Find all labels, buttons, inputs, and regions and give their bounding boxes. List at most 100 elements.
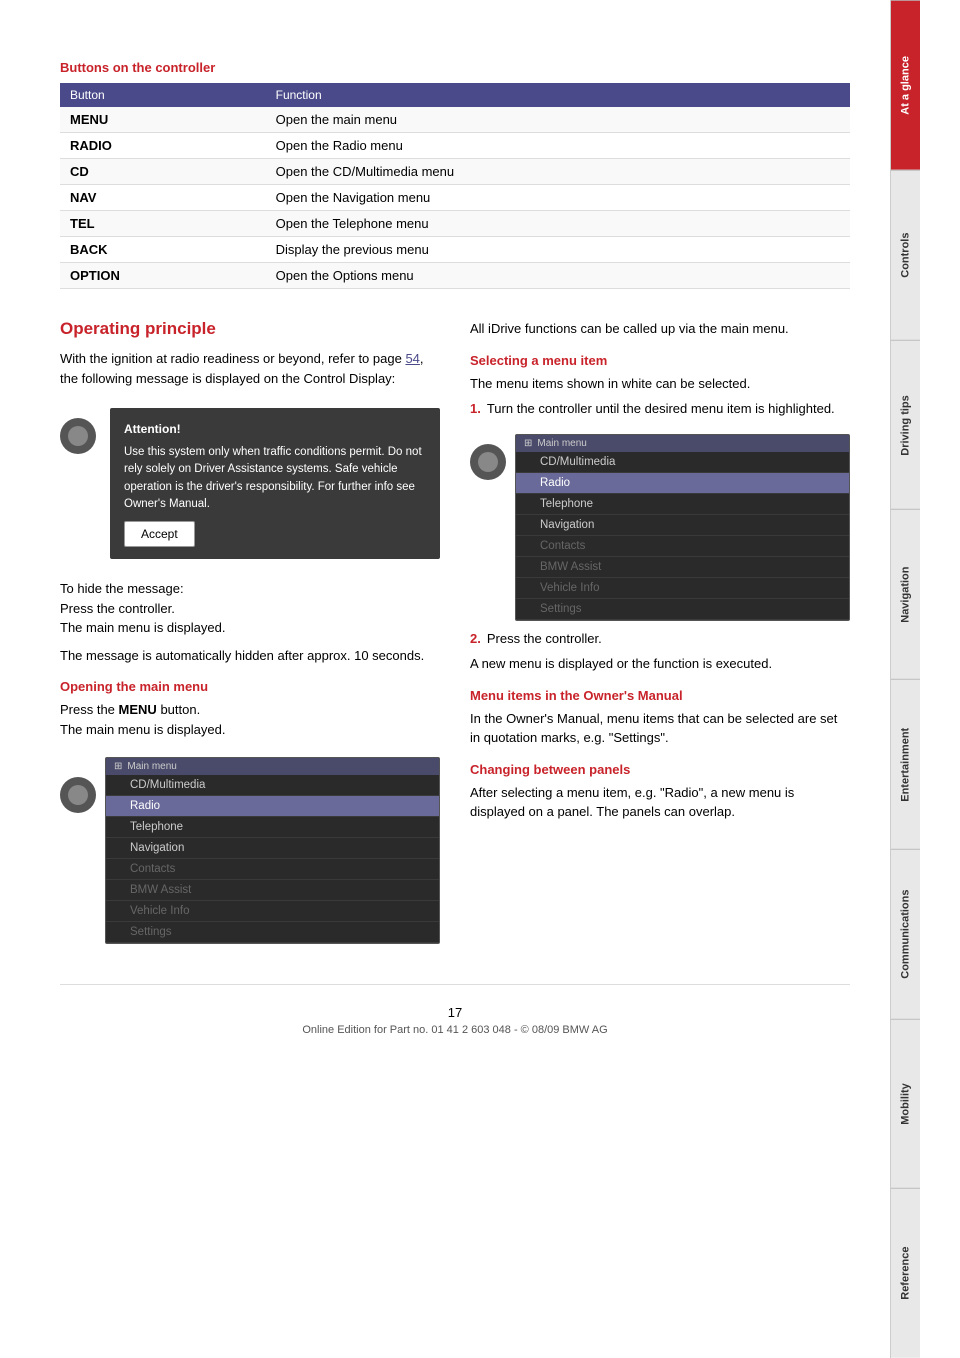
step1-text: Turn the controller until the desired me… — [487, 401, 835, 416]
attention-box: Attention! Use this system only when tra… — [110, 408, 440, 559]
press-menu-text: Press the MENU button.The main menu is d… — [60, 700, 440, 739]
list-item: CD/Multimedia — [106, 775, 439, 796]
hide-message-text: To hide the message: Press the controlle… — [60, 579, 440, 638]
button-cell: TEL — [60, 211, 266, 237]
left-menu-icon: ⊞ — [114, 761, 122, 772]
attention-area: Attention! Use this system only when tra… — [60, 398, 440, 569]
attention-title: Attention! — [124, 420, 426, 438]
function-cell: Open the CD/Multimedia menu — [266, 159, 850, 185]
result-text: A new menu is displayed or the function … — [470, 654, 850, 674]
button-cell: BACK — [60, 237, 266, 263]
list-item: BMW Assist — [106, 880, 439, 901]
table-row: BACKDisplay the previous menu — [60, 237, 850, 263]
list-item: BMW Assist — [516, 557, 849, 578]
col-button-header: Button — [60, 83, 266, 107]
right-main-menu: ⊞ Main menu CD/MultimediaRadioTelephoneN… — [515, 434, 850, 621]
button-cell: NAV — [60, 185, 266, 211]
right-menu-screenshot-area: ⊞ Main menu CD/MultimediaRadioTelephoneN… — [470, 424, 850, 631]
sidebar-tab-communications[interactable]: Communications — [891, 849, 920, 1019]
list-item: Telephone — [516, 494, 849, 515]
auto-hidden-text: The message is automatically hidden afte… — [60, 646, 440, 666]
list-item: Telephone — [106, 817, 439, 838]
list-item: Vehicle Info — [516, 578, 849, 599]
opening-main-menu-heading: Opening the main menu — [60, 679, 440, 694]
left-main-menu: ⊞ Main menu CD/MultimediaRadioTelephoneN… — [105, 757, 440, 944]
button-cell: MENU — [60, 107, 266, 133]
table-row: RADIOOpen the Radio menu — [60, 133, 850, 159]
list-item: Settings — [516, 599, 849, 620]
table-row: MENUOpen the main menu — [60, 107, 850, 133]
button-cell: OPTION — [60, 263, 266, 289]
table-row: OPTIONOpen the Options menu — [60, 263, 850, 289]
menu-items-white-text: The menu items shown in white can be sel… — [470, 374, 850, 394]
footer-text: Online Edition for Part no. 01 41 2 603 … — [60, 1024, 850, 1036]
buttons-table: Button Function MENUOpen the main menuRA… — [60, 83, 850, 289]
right-menu-title-bar: ⊞ Main menu — [516, 435, 849, 452]
table-row: NAVOpen the Navigation menu — [60, 185, 850, 211]
right-menu-container: ⊞ Main menu CD/MultimediaRadioTelephoneN… — [515, 424, 850, 631]
controller-knob-circle — [60, 777, 96, 813]
left-menu-container: ⊞ Main menu CD/MultimediaRadioTelephoneN… — [105, 747, 440, 954]
press-text: Press the — [60, 702, 115, 717]
buttons-section: Buttons on the controller Button Functio… — [60, 60, 850, 289]
step2-text: Press the controller. — [487, 631, 602, 646]
left-controller-knob — [60, 747, 100, 813]
menu-items-owners-text: In the Owner's Manual, menu items that c… — [470, 709, 850, 748]
function-cell: Open the Options menu — [266, 263, 850, 289]
step1-item: 1. Turn the controller until the desired… — [470, 401, 850, 416]
sidebar-tab-driving-tips[interactable]: Driving tips — [891, 340, 920, 510]
buttons-section-heading: Buttons on the controller — [60, 60, 850, 75]
left-menu-title: Main menu — [127, 761, 176, 772]
intro-paragraph: With the ignition at radio readiness or … — [60, 349, 440, 388]
operating-principle-title: Operating principle — [60, 319, 440, 339]
accept-button[interactable]: Accept — [124, 521, 195, 547]
controller-inner — [68, 426, 88, 446]
table-row: TELOpen the Telephone menu — [60, 211, 850, 237]
left-menu-screenshot-area: ⊞ Main menu CD/MultimediaRadioTelephoneN… — [60, 747, 440, 954]
intro-text: With the ignition at radio readiness or … — [60, 351, 402, 366]
page-footer: 17 Online Edition for Part no. 01 41 2 6… — [60, 984, 850, 1046]
list-item: Navigation — [516, 515, 849, 536]
left-menu-items: CD/MultimediaRadioTelephoneNavigationCon… — [106, 775, 439, 943]
function-cell: Open the Telephone menu — [266, 211, 850, 237]
list-item: Contacts — [106, 859, 439, 880]
sidebar-tab-mobility[interactable]: Mobility — [891, 1019, 920, 1189]
right-menu-title: Main menu — [537, 438, 586, 449]
sidebar-tab-at-a-glance[interactable]: At a glance — [891, 0, 920, 170]
step2-item: 2. Press the controller. — [470, 631, 850, 646]
step1-num: 1. — [470, 401, 481, 416]
list-item: Settings — [106, 922, 439, 943]
sidebar-tabs: At a glanceControlsDriving tipsNavigatio… — [890, 0, 920, 1358]
page-ref-link[interactable]: 54 — [405, 351, 419, 366]
function-cell: Open the main menu — [266, 107, 850, 133]
left-column: Operating principle With the ignition at… — [60, 319, 440, 954]
sidebar-tab-navigation[interactable]: Navigation — [891, 509, 920, 679]
sidebar-tab-reference[interactable]: Reference — [891, 1188, 920, 1358]
changing-panels-text: After selecting a menu item, e.g. "Radio… — [470, 783, 850, 822]
right-menu-items: CD/MultimediaRadioTelephoneNavigationCon… — [516, 452, 849, 620]
list-item: Navigation — [106, 838, 439, 859]
all-functions-text: All iDrive functions can be called up vi… — [470, 319, 850, 339]
controller-knob-inner — [68, 785, 88, 805]
step2-num: 2. — [470, 631, 481, 646]
function-cell: Open the Navigation menu — [266, 185, 850, 211]
list-item: CD/Multimedia — [516, 452, 849, 473]
list-item: Radio — [516, 473, 849, 494]
left-menu-title-bar: ⊞ Main menu — [106, 758, 439, 775]
right-controller-circle — [470, 444, 506, 480]
right-menu-icon: ⊞ — [524, 438, 532, 449]
list-item: Vehicle Info — [106, 901, 439, 922]
right-controller-inner — [478, 452, 498, 472]
button-cell: CD — [60, 159, 266, 185]
sidebar-tab-controls[interactable]: Controls — [891, 170, 920, 340]
changing-panels-heading: Changing between panels — [470, 762, 850, 777]
table-row: CDOpen the CD/Multimedia menu — [60, 159, 850, 185]
attention-body: Use this system only when traffic condit… — [124, 444, 426, 513]
selecting-menu-item-heading: Selecting a menu item — [470, 353, 850, 368]
col-function-header: Function — [266, 83, 850, 107]
controller-icon — [60, 418, 96, 454]
right-controller-knob — [470, 424, 510, 480]
list-item: Contacts — [516, 536, 849, 557]
button-cell: RADIO — [60, 133, 266, 159]
sidebar-tab-entertainment[interactable]: Entertainment — [891, 679, 920, 849]
